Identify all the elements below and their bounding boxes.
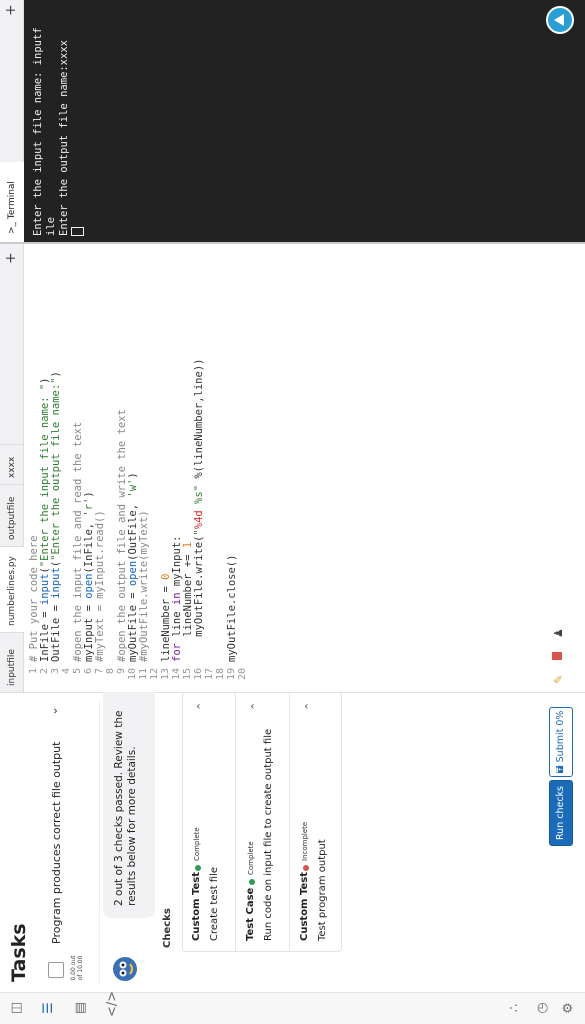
run-checks-button[interactable]: Run checks (549, 780, 573, 846)
check-description: Test program output (317, 839, 328, 941)
line-number: 3 (50, 668, 61, 675)
code-line: myOutFile.write("%4d %s" %(lineNumber,li… (193, 358, 205, 662)
checks-title: Checks (162, 908, 173, 948)
left-rail: ◫ ☰ ▤ </> ∴ ◷ ⚙ (0, 991, 585, 1024)
mascot-icon (112, 956, 138, 982)
line-number: 15 (182, 668, 193, 681)
tasks-panel: Tasks 0.00 out of 10.00 Program produces… (0, 678, 585, 992)
line-number: 6 (83, 668, 94, 675)
pencil-icon[interactable]: ✎ (552, 675, 565, 684)
code-area[interactable]: 1 # Put your code here 2 InFile = input(… (26, 244, 584, 692)
line-number: 10 (127, 668, 138, 681)
line-number: 19 (226, 668, 237, 681)
line-number: 1 (28, 668, 39, 675)
line-number: 13 (160, 668, 171, 681)
person-icon[interactable]: ♟ (552, 628, 565, 638)
line-number: 11 (138, 668, 149, 681)
code-editor: inputfile numberlines.py outputfile xxxx… (0, 242, 585, 692)
status-dot (249, 879, 255, 885)
check-type: Custom Test (191, 872, 202, 941)
submit-label: Submit 0% (555, 710, 566, 763)
terminal-cursor (71, 227, 84, 236)
editor-toolbar: ✎ ♟ (546, 626, 576, 686)
code-line: #myOutFile.write(myText) (138, 510, 150, 662)
line-number: 4 (61, 668, 72, 675)
tasks-icon[interactable]: ☰ (40, 999, 58, 1017)
line-number: 5 (72, 668, 83, 675)
terminal-panel: >_ Terminal + Enter the input file name:… (0, 0, 585, 242)
status-badge: Complete (193, 827, 201, 861)
check-item[interactable]: Test Case Complete Run code on input fil… (237, 693, 287, 951)
tab-xxxx[interactable]: xxxx (0, 444, 24, 484)
code-line: myOutFile.close() (226, 554, 238, 662)
line-number: 18 (215, 668, 226, 681)
line-number: 9 (116, 668, 127, 675)
help-button[interactable] (546, 6, 574, 34)
sidebar-toggle-icon[interactable]: ◫ (8, 999, 26, 1017)
status-badge: Complete (247, 841, 255, 875)
submit-button[interactable]: 🖬 Submit 0% (549, 707, 573, 777)
divider (235, 693, 236, 951)
line-number: 8 (105, 668, 116, 675)
line-number: 17 (204, 668, 215, 681)
status-dot (303, 865, 309, 871)
tab-inputfile[interactable]: inputfile (0, 632, 24, 692)
line-number: 2 (39, 668, 50, 675)
terminal-text: Enter the input file name: inputf ile En… (32, 27, 70, 236)
flag-icon[interactable] (552, 652, 562, 660)
grades-icon[interactable]: ▤ (72, 999, 90, 1017)
code-icon[interactable]: </> (104, 991, 122, 1017)
divider (289, 693, 290, 951)
line-number: 14 (171, 668, 182, 681)
add-tab-icon[interactable]: + (3, 4, 19, 16)
line-number: 16 (193, 668, 204, 681)
tab-outputfile[interactable]: outputfile (0, 484, 24, 546)
check-description: Create test file (209, 866, 220, 941)
chevron-up-icon[interactable]: ⌃ (303, 702, 316, 711)
task-checkbox[interactable] (48, 962, 64, 978)
line-number: 20 (237, 668, 248, 681)
result-text: 2 out of 3 checks passed. Review the res… (113, 710, 138, 906)
check-type: Test Case (245, 887, 256, 941)
status-dot (195, 865, 201, 871)
check-type: Custom Test (299, 872, 310, 941)
add-tab-icon[interactable]: + (3, 252, 19, 264)
triangle-up-icon (554, 14, 564, 26)
check-item[interactable]: Custom Test Complete Create test file ⌃ (183, 693, 233, 951)
checks-list: Custom Test Complete Create test file ⌃ … (182, 692, 342, 952)
chevron-up-icon[interactable]: ⌃ (249, 702, 262, 711)
task-item[interactable]: 0.00 out of 10.00 Program produces corre… (40, 701, 100, 984)
settings-icon[interactable]: ⚙ (560, 999, 578, 1017)
code-line: #myText = myInput.read() (94, 510, 106, 662)
line-number: 7 (94, 668, 105, 675)
code-line: OutFile = input("Enter the output file n… (50, 371, 62, 662)
chevron-up-icon[interactable]: ⌃ (195, 702, 208, 711)
check-item[interactable]: Custom Test Incomplete Test program outp… (291, 693, 341, 951)
task-label: Program produces correct file output (50, 741, 63, 944)
task-score: 0.00 out of 10.00 (70, 955, 84, 981)
tab-terminal[interactable]: >_ Terminal (0, 162, 24, 242)
terminal-tabbar: >_ Terminal + (0, 0, 24, 242)
line-number: 12 (149, 668, 160, 681)
editor-tabbar: inputfile numberlines.py outputfile xxxx… (0, 244, 24, 692)
status-badge: Incomplete (301, 821, 309, 861)
tasks-title: Tasks (8, 923, 30, 982)
terminal-output[interactable]: Enter the input file name: inputf ile En… (32, 16, 85, 236)
tab-numberlines[interactable]: numberlines.py (0, 546, 24, 632)
result-message: 2 out of 3 checks passed. Review the res… (103, 678, 155, 918)
check-description: Run code on input file to create output … (263, 728, 274, 941)
share-icon[interactable]: ∴ (506, 999, 524, 1017)
chevron-down-icon[interactable]: ⌄ (46, 706, 60, 716)
history-icon[interactable]: ◷ (534, 999, 552, 1017)
